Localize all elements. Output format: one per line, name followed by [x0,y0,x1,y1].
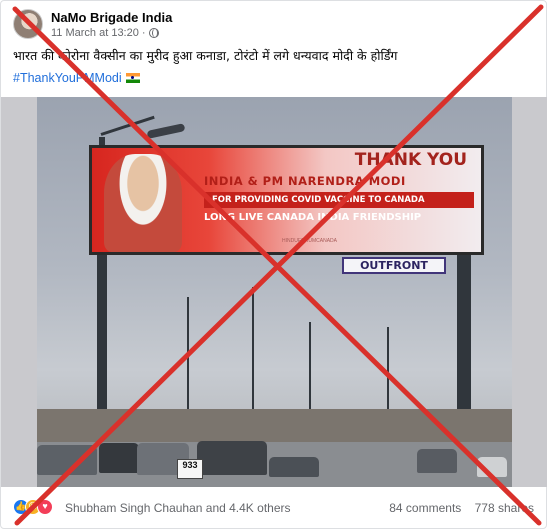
post-photo[interactable]: THANK YOU INDIA & PM NARENDRA MODI FOR P… [1,97,547,487]
parked-car [417,449,457,473]
post-header: NaMo Brigade India 11 March at 13:20 · [13,9,533,43]
billboard-screen: THANK YOU INDIA & PM NARENDRA MODI FOR P… [89,145,484,255]
comments-count[interactable]: 84 comments [389,501,461,515]
billboard-line2: FOR PROVIDING COVID VACCINE TO CANADA [204,192,474,208]
love-icon: ♥ [37,499,53,515]
hashtag-link[interactable]: #ThankYouPMModi [13,71,122,85]
distant-pole [252,287,254,427]
parked-car [269,457,319,477]
author-name[interactable]: NaMo Brigade India [51,10,172,25]
portrait-image [104,154,182,252]
billboard-line3: LONG LIVE CANADA INDIA FRIENDSHIP [204,212,422,223]
street-lamp [146,123,186,139]
billboard-footer: HINDUFORUMCANADA [282,238,337,244]
billboard-line1: INDIA & PM NARENDRA MODI [204,174,406,188]
post-caption: भारत की कोरोना वैक्सीन का मुरीद हुआ कनाड… [13,48,398,63]
parked-car [37,445,97,475]
parked-car [197,441,267,475]
post-timestamp[interactable]: 11 March at 13:20 [51,27,139,39]
distant-pole [187,297,189,427]
shares-count[interactable]: 778 shares [475,501,534,515]
hashtag-line: #ThankYouPMModi [13,71,140,85]
facebook-post: NaMo Brigade India 11 March at 13:20 · भ… [0,0,547,529]
post-meta: 11 March at 13:20 · [51,27,159,39]
meta-separator: · [141,27,146,39]
post-footer: 👍 😆 ♥ Shubham Singh Chauhan and 4.4K oth… [13,499,538,521]
globe-icon [148,28,159,38]
billboard-thank-you: THANK YOU [354,150,467,170]
reaction-icons[interactable]: 👍 😆 ♥ [13,499,53,515]
reactors-text[interactable]: Shubham Singh Chauhan and 4.4K others [65,501,291,515]
road-sign: 933 [177,459,203,479]
background-building [37,409,512,445]
author-avatar[interactable] [13,9,43,39]
engagement-counts: 84 comments 778 shares [389,501,534,515]
parked-car [477,457,507,477]
billboard-photo: THANK YOU INDIA & PM NARENDRA MODI FOR P… [37,97,512,487]
indian-flag-icon [125,73,140,83]
parked-car [99,443,139,473]
outfront-logo: OUTFRONT [342,257,446,274]
